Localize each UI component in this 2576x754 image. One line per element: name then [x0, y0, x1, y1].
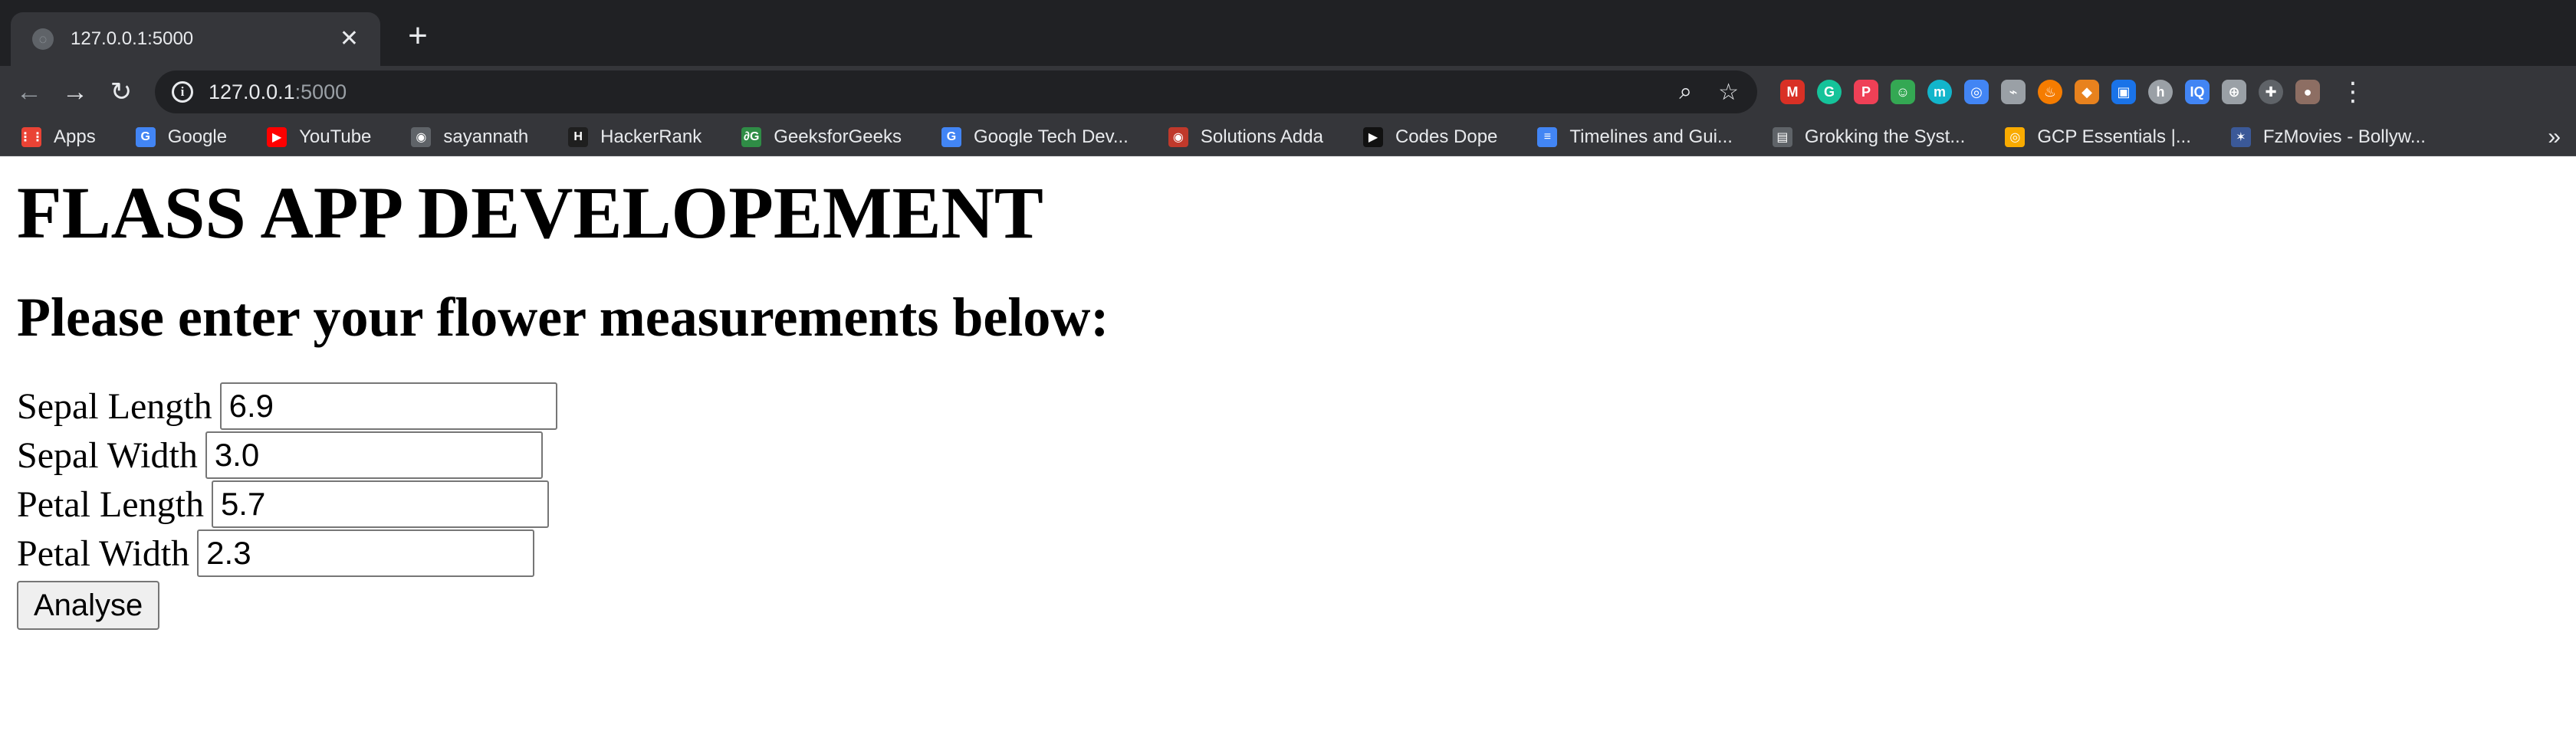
- zoom-icon[interactable]: ⌕: [1679, 79, 1692, 105]
- bookmark-item[interactable]: ≡ Timelines and Gui...: [1537, 126, 1733, 148]
- bookmark-item[interactable]: G Google: [135, 126, 228, 148]
- google-icon: G: [941, 126, 961, 147]
- bookmark-label: FzMovies - Bollyw...: [2262, 126, 2426, 147]
- sepal-width-row: Sepal Width: [17, 431, 2576, 480]
- bookmark-item[interactable]: G Google Tech Dev...: [941, 126, 1129, 148]
- petal-width-label: Petal Width: [17, 533, 190, 574]
- bookmark-label: Timelines and Gui...: [1569, 126, 1733, 147]
- bookmark-label: Grokking the Syst...: [1804, 126, 1966, 147]
- petal-width-row: Petal Width: [17, 529, 2576, 578]
- bookmark-label: Apps: [54, 126, 96, 147]
- sepal-width-label: Sepal Width: [17, 434, 198, 476]
- sepal-length-row: Sepal Length: [17, 382, 2576, 431]
- address-bar[interactable]: i 127.0.0.1:5000 ⌕ ☆: [155, 70, 1757, 113]
- bookmark-item[interactable]: ◉ sayannath: [411, 126, 528, 148]
- bookmark-item[interactable]: H HackerRank: [568, 126, 702, 148]
- bookmark-item[interactable]: ▤ Grokking the Syst...: [1772, 126, 1966, 148]
- profile-avatar-icon[interactable]: ●: [2295, 80, 2320, 104]
- gray-extension-icon[interactable]: h: [2148, 80, 2173, 104]
- grammarly-extension-icon[interactable]: G: [1817, 80, 1842, 104]
- active-tab[interactable]: ◌ 127.0.0.1:5000 ✕: [11, 12, 380, 66]
- iq-extension-icon[interactable]: IQ: [2185, 80, 2210, 104]
- bookmark-label: GCP Essentials |...: [2037, 126, 2191, 147]
- measurement-form: Sepal Length Sepal Width Petal Length Pe…: [17, 382, 2576, 631]
- metamask-extension-icon[interactable]: ◆: [2075, 80, 2099, 104]
- url-host: 127.0.0.1: [209, 80, 295, 103]
- page-title: FLASS APP DEVELOPEMENT: [17, 172, 1043, 254]
- bookmark-label: Codes Dope: [1395, 126, 1498, 147]
- github-icon: ◉: [411, 126, 432, 147]
- reload-button[interactable]: ↻: [103, 74, 140, 110]
- bookmark-star-icon[interactable]: ☆: [1718, 79, 1739, 106]
- sepal-length-input[interactable]: [219, 382, 557, 431]
- bookmark-label: HackerRank: [600, 126, 702, 147]
- bookmark-item[interactable]: ∂G GeeksforGeeks: [741, 126, 902, 148]
- bookmark-item[interactable]: ◉ Solutions Adda: [1168, 126, 1323, 148]
- analyse-button[interactable]: Analyse: [17, 581, 160, 631]
- puzzle-extension-icon[interactable]: ✚: [2259, 80, 2283, 104]
- sepal-length-label: Sepal Length: [17, 385, 212, 427]
- hackerrank-icon: H: [568, 126, 589, 147]
- page-subtitle: Please enter your flower measurements be…: [17, 287, 1109, 349]
- terminal-icon: ▤: [1772, 126, 1792, 147]
- solutions-adda-icon: ◉: [1168, 126, 1188, 147]
- url-port: :5000: [294, 80, 347, 103]
- extensions-bar: M G P ☺ m ◎ ⌁ ♨ ◆ ▣ h IQ ⊕ ✚ ●: [1780, 80, 2332, 104]
- page-content: FLASS APP DEVELOPEMENT Please enter your…: [0, 169, 2576, 631]
- tab-title: 127.0.0.1:5000: [71, 28, 194, 49]
- petal-length-row: Petal Length: [17, 480, 2576, 529]
- petal-length-label: Petal Length: [17, 484, 204, 525]
- petal-width-input[interactable]: [197, 529, 535, 578]
- bookmark-label: Google Tech Dev...: [973, 126, 1129, 147]
- more-bookmarks-icon[interactable]: »: [2548, 124, 2561, 150]
- browser-toolbar: ← → ↻ i 127.0.0.1:5000 ⌕ ☆ M G P ☺ m ◎ ⌁ ♨ ◆ ▣ h IQ…: [0, 66, 2576, 118]
- link-extension-icon[interactable]: ⌁: [2001, 80, 2026, 104]
- globe-extension-icon[interactable]: ⊕: [2222, 80, 2246, 104]
- apps-grid-icon: ⋮⋮: [19, 126, 44, 147]
- gcp-icon: ◎: [2005, 126, 2026, 147]
- browser-menu-icon[interactable]: ⋮: [2340, 77, 2366, 107]
- geeksforgeeks-icon: ∂G: [741, 126, 762, 147]
- fire-extension-icon[interactable]: ♨: [2038, 80, 2062, 104]
- browser-chrome: ◌ 127.0.0.1:5000 ✕ + ← → ↻ i 127.0.0.1:5…: [0, 0, 2576, 156]
- bookmark-label: Google: [167, 126, 228, 147]
- fzmovies-icon: ✶: [2230, 126, 2251, 147]
- bookmark-label: YouTube: [299, 126, 372, 147]
- owl-extension-icon[interactable]: ◎: [1964, 80, 1989, 104]
- close-tab-icon[interactable]: ✕: [340, 28, 359, 51]
- globe-favicon-icon: ◌: [32, 28, 54, 50]
- site-info-icon[interactable]: i: [172, 81, 193, 103]
- sepal-width-input[interactable]: [205, 431, 543, 480]
- bookmark-item[interactable]: ✶ FzMovies - Bollyw...: [2230, 126, 2426, 148]
- green-extension-icon[interactable]: ☺: [1891, 80, 1915, 104]
- bookmark-item[interactable]: ⋮⋮ Apps: [19, 126, 96, 148]
- gmail-extension-icon[interactable]: M: [1780, 80, 1805, 104]
- pocket-extension-icon[interactable]: P: [1854, 80, 1878, 104]
- petal-length-input[interactable]: [211, 480, 549, 529]
- blue-square-extension-icon[interactable]: ▣: [2111, 80, 2136, 104]
- back-button[interactable]: ←: [11, 74, 48, 110]
- tab-strip: ◌ 127.0.0.1:5000 ✕ +: [0, 0, 2576, 66]
- bookmark-item[interactable]: ◎ GCP Essentials |...: [2005, 126, 2191, 148]
- youtube-icon: ▶: [267, 126, 288, 147]
- bookmark-label: GeeksforGeeks: [774, 126, 902, 147]
- google-docs-icon: ≡: [1537, 126, 1558, 147]
- bookmark-label: Solutions Adda: [1200, 126, 1323, 147]
- forward-button[interactable]: →: [57, 74, 94, 110]
- google-icon: G: [135, 126, 156, 147]
- teal-extension-icon[interactable]: m: [1927, 80, 1952, 104]
- new-tab-button[interactable]: +: [399, 17, 437, 55]
- bookmark-item[interactable]: ▶ Codes Dope: [1362, 126, 1498, 148]
- bookmark-label: sayannath: [443, 126, 529, 147]
- bookmark-item[interactable]: ▶ YouTube: [267, 126, 371, 148]
- bookmarks-bar: ⋮⋮ Apps G Google ▶ YouTube ◉ sayannath H HackerRa…: [0, 118, 2576, 156]
- codes-dope-icon: ▶: [1362, 126, 1383, 147]
